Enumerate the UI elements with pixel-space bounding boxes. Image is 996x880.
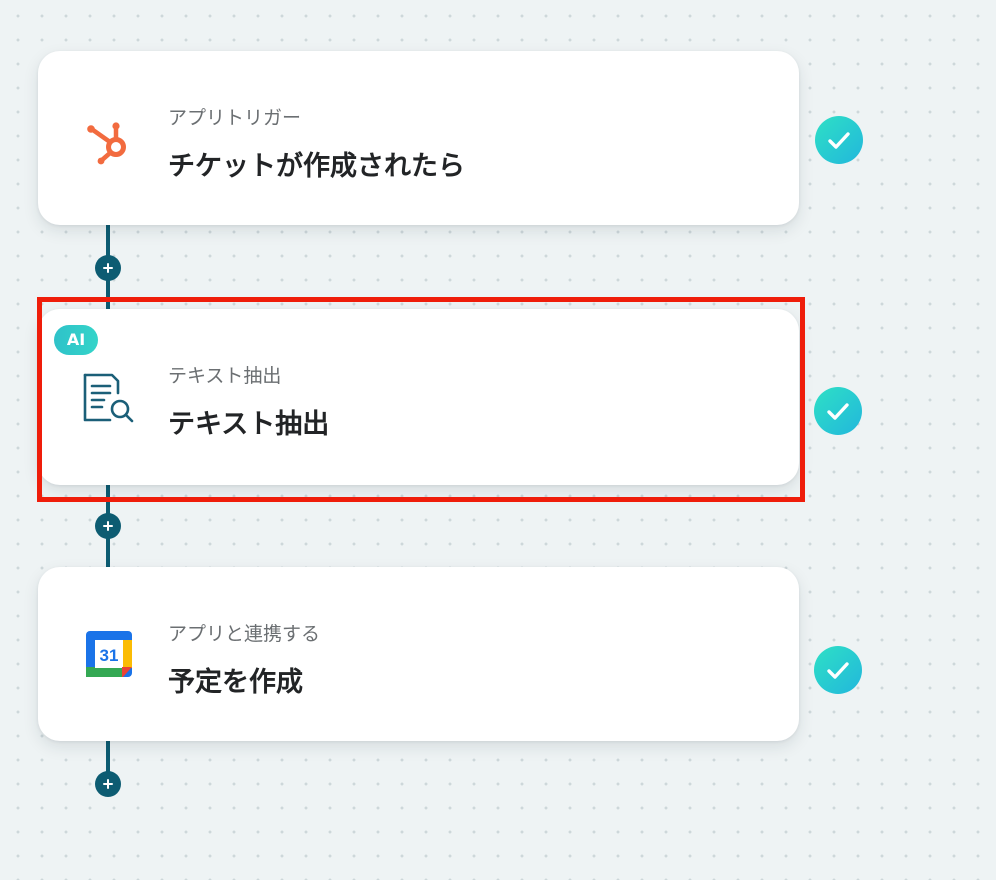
hubspot-icon — [82, 111, 136, 165]
ai-badge: AI — [54, 325, 98, 355]
add-step-button[interactable] — [95, 513, 121, 539]
step-complete-check-icon — [814, 387, 862, 435]
step-title: 予定を作成 — [168, 667, 303, 698]
google-calendar-icon: 31 — [82, 627, 136, 681]
step-complete-check-icon — [815, 116, 863, 164]
flow-step-card[interactable]: AI テキスト抽出 テキスト抽出 — [38, 309, 799, 485]
step-complete-check-icon — [814, 646, 862, 694]
add-step-button[interactable] — [95, 255, 121, 281]
flow-step-card[interactable]: アプリトリガー チケットが作成されたら — [38, 51, 799, 225]
step-type-label: テキスト抽出 — [168, 365, 282, 387]
step-type-label: アプリトリガー — [168, 107, 302, 129]
step-title: チケットが作成されたら — [168, 151, 465, 182]
add-step-button[interactable] — [95, 771, 121, 797]
step-title: テキスト抽出 — [168, 409, 330, 440]
flow-step-card[interactable]: 31 アプリと連携する 予定を作成 — [38, 567, 799, 741]
calendar-day-number: 31 — [100, 646, 119, 665]
step-type-label: アプリと連携する — [168, 623, 321, 645]
text-extraction-icon — [82, 369, 136, 423]
